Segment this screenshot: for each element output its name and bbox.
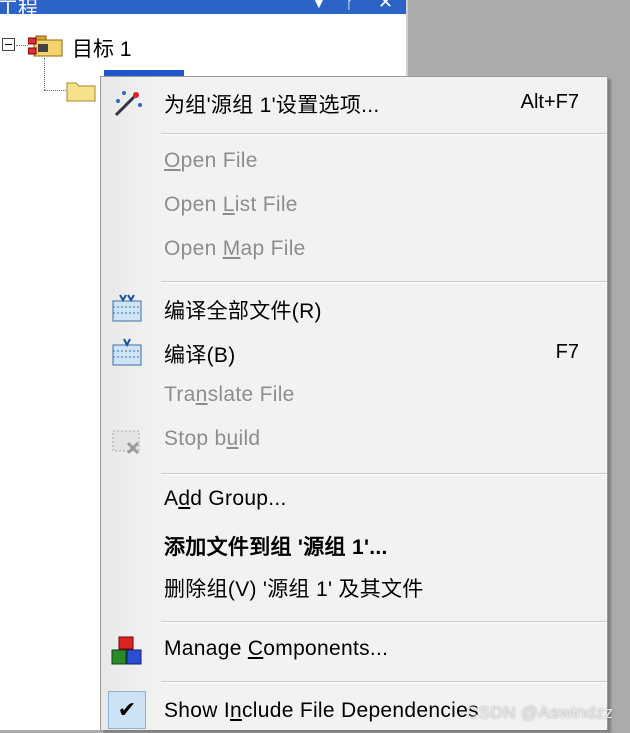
chevron-down-icon[interactable]: ▼ bbox=[310, 0, 328, 13]
menu-item-label: Manage Components... bbox=[164, 637, 389, 660]
menu-item-label: Add Group... bbox=[164, 487, 287, 510]
menu-item-add-files-to-group[interactable]: 添加文件到组 '源组 1'... bbox=[101, 525, 607, 565]
menu-item-remove-group[interactable]: 删除组(V) '源组 1' 及其文件 bbox=[101, 567, 607, 607]
menu-item-label: 添加文件到组 '源组 1'... bbox=[164, 536, 388, 559]
menu-item-open-file[interactable]: Open File bbox=[101, 143, 607, 183]
context-menu: 为组'源组 1'设置选项... Alt+F7 Open File Open Li… bbox=[100, 76, 608, 730]
menu-item-shortcut: Alt+F7 bbox=[520, 91, 579, 113]
menu-separator bbox=[161, 621, 607, 623]
menu-separator bbox=[161, 681, 607, 683]
menu-item-label: 为组'源组 1'设置选项... bbox=[164, 94, 380, 117]
close-icon[interactable]: ✕ bbox=[378, 0, 393, 13]
menu-item-translate-file[interactable]: Translate File bbox=[101, 377, 607, 417]
menu-item-label: Stop build bbox=[164, 427, 261, 450]
tree-line bbox=[44, 58, 45, 90]
menu-item-label: Open Map File bbox=[164, 237, 306, 260]
components-icon bbox=[111, 636, 142, 665]
menu-item-label: 编译(B) bbox=[164, 344, 236, 367]
menu-item-label: Show Include File Dependencies bbox=[164, 699, 479, 722]
menu-item-stop-build[interactable]: Stop build bbox=[101, 421, 607, 461]
menu-item-build[interactable]: 编译(B) F7 bbox=[101, 333, 607, 373]
menu-item-label: 删除组(V) '源组 1' 及其文件 bbox=[164, 578, 424, 601]
menu-item-open-list-file[interactable]: Open List File bbox=[101, 187, 607, 227]
menu-separator bbox=[161, 133, 607, 135]
stop-build-icon bbox=[112, 430, 140, 455]
watermark: CSDN @Aswindzz bbox=[466, 703, 614, 722]
menu-item-add-group[interactable]: Add Group... bbox=[101, 481, 607, 521]
options-wand-icon bbox=[114, 91, 142, 117]
menu-item-label: Open File bbox=[164, 149, 258, 172]
build-icon bbox=[112, 338, 142, 366]
menu-item-label: 编译全部文件(R) bbox=[164, 300, 322, 323]
menu-item-label: Translate File bbox=[164, 383, 295, 406]
group-folder-icon bbox=[66, 82, 96, 102]
menu-item-manage-components[interactable]: Manage Components... bbox=[101, 631, 607, 671]
panel-header: 工程 ▼ ᚠ ✕ bbox=[0, 0, 406, 20]
menu-separator bbox=[161, 281, 607, 283]
check-icon: ✔ bbox=[108, 691, 146, 729]
tree-line bbox=[44, 90, 66, 91]
rebuild-all-icon bbox=[112, 294, 142, 322]
target-folder-icon bbox=[28, 35, 63, 57]
tree-item-target[interactable]: 目标 1 bbox=[72, 33, 132, 63]
tree-line bbox=[16, 45, 28, 46]
menu-item-group-options[interactable]: 为组'源组 1'设置选项... Alt+F7 bbox=[101, 83, 607, 123]
pin-icon[interactable]: ᚠ bbox=[345, 0, 356, 13]
menu-item-shortcut: F7 bbox=[555, 341, 579, 363]
menu-item-rebuild-all[interactable]: 编译全部文件(R) bbox=[101, 289, 607, 329]
tree-collapse-toggle[interactable] bbox=[2, 38, 15, 51]
menu-item-open-map-file[interactable]: Open Map File bbox=[101, 231, 607, 271]
panel-title: 工程 bbox=[0, 0, 38, 20]
menu-separator bbox=[161, 473, 607, 475]
menu-item-label: Open List File bbox=[164, 193, 298, 216]
